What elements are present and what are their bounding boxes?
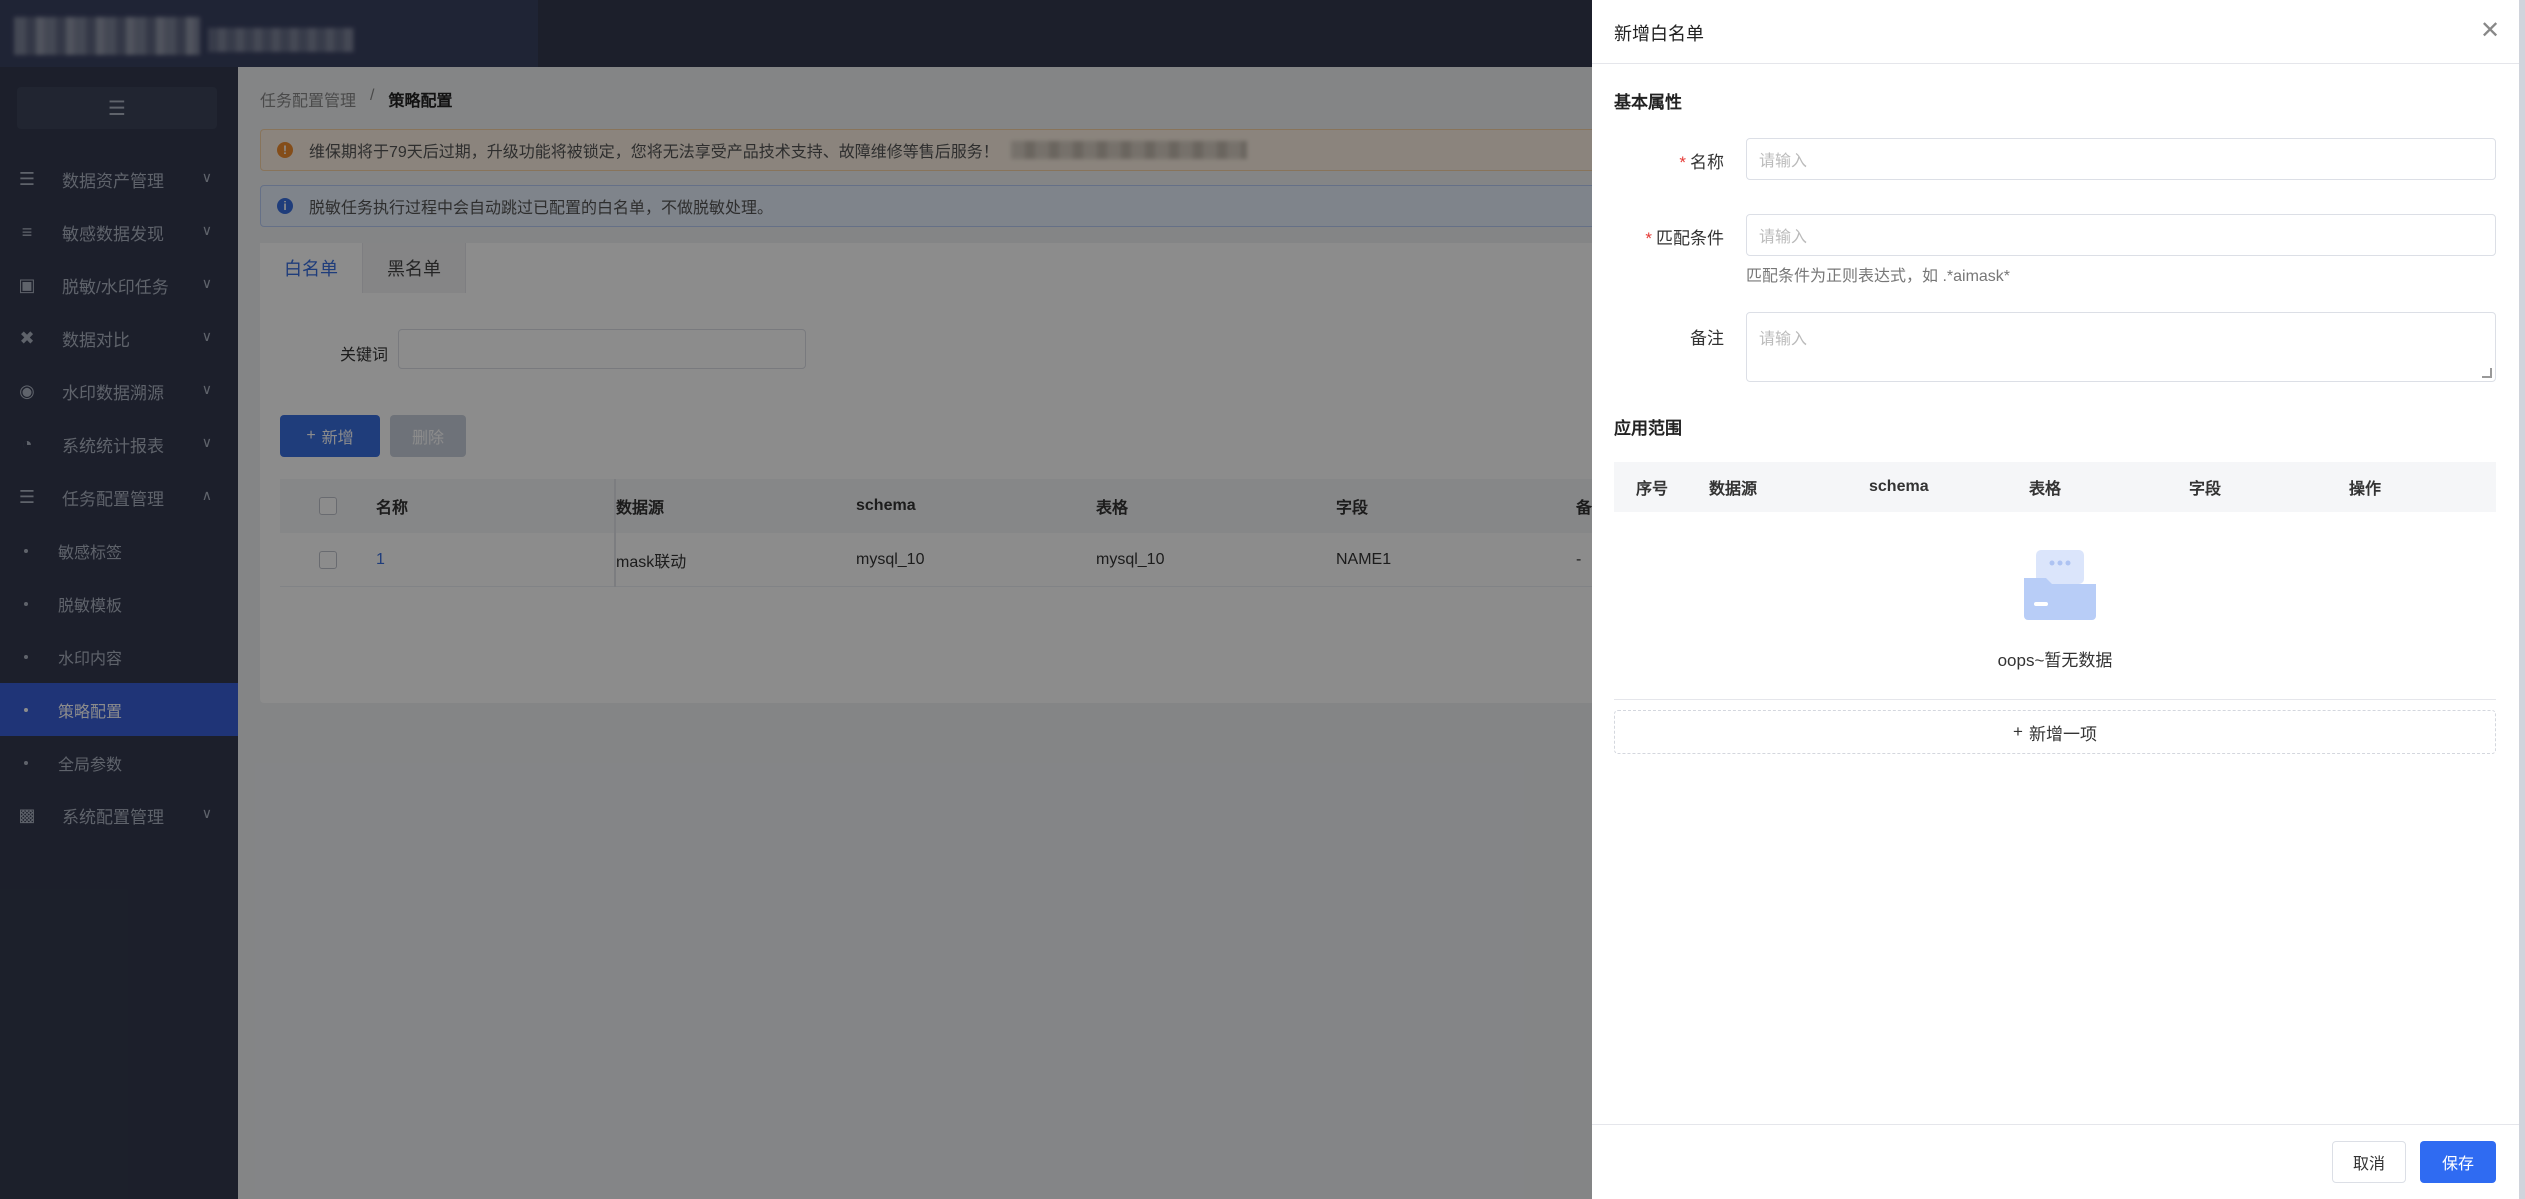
name-label: * 名称 — [1614, 148, 1724, 173]
match-condition-label-text: 匹配条件 — [1656, 229, 1724, 248]
column-header: 数据源 — [1709, 481, 1758, 498]
column-header: 表格 — [2029, 481, 2062, 498]
empty-state-text: oops~暂无数据 — [1997, 651, 2113, 670]
match-condition-input[interactable]: 请输入 — [1746, 214, 2496, 256]
column-header: schema — [1869, 478, 1929, 495]
match-condition-label: * 匹配条件 — [1614, 224, 1724, 249]
section-scope-title: 应用范围 — [1614, 419, 1682, 438]
section-basic-title: 基本属性 — [1614, 93, 1682, 112]
add-row-label: 新增一项 — [2028, 724, 2097, 744]
drawer-scrollbar[interactable] — [2519, 0, 2525, 1199]
column-header: 操作 — [2349, 481, 2382, 498]
match-condition-placeholder: 请输入 — [1759, 229, 1808, 246]
remark-textarea[interactable]: 请输入 — [1746, 312, 2496, 382]
empty-folder-icon — [2024, 550, 2096, 620]
column-header: 字段 — [2189, 481, 2222, 498]
scope-table: 序号 数据源 schema 表格 字段 操作 — [1614, 462, 2496, 512]
name-label-text: 名称 — [1690, 153, 1724, 172]
add-row-button[interactable]: + 新增一项 — [1614, 710, 2496, 754]
drawer-header: 新增白名单 ✕ — [1592, 0, 2519, 64]
remark-placeholder: 请输入 — [1759, 331, 1808, 348]
remark-label-text: 备注 — [1690, 329, 1724, 348]
scope-table-header: 序号 数据源 schema 表格 字段 操作 — [1614, 462, 2496, 512]
plus-icon: + — [2013, 722, 2023, 741]
save-button[interactable]: 保存 — [2420, 1141, 2496, 1183]
empty-state: oops~暂无数据 — [1614, 512, 2496, 700]
drawer-footer: 取消 保存 — [1592, 1124, 2519, 1199]
resize-handle-icon[interactable] — [2482, 368, 2492, 378]
column-header: 序号 — [1636, 481, 1669, 498]
name-input-placeholder: 请输入 — [1759, 153, 1808, 170]
required-mark: * — [1679, 153, 1686, 172]
cancel-button[interactable]: 取消 — [2332, 1141, 2406, 1183]
drawer-title: 新增白名单 — [1614, 24, 1704, 44]
remark-label: 备注 — [1614, 324, 1724, 349]
close-icon[interactable]: ✕ — [2476, 16, 2504, 44]
add-whitelist-drawer: 新增白名单 ✕ 基本属性 * 名称 请输入 * 匹配条件 请输入 匹配条件为正则表达… — [1592, 0, 2519, 1199]
name-input[interactable]: 请输入 — [1746, 138, 2496, 180]
required-mark: * — [1645, 229, 1652, 248]
match-condition-hint: 匹配条件为正则表达式，如 .*aimask* — [1746, 268, 2011, 285]
